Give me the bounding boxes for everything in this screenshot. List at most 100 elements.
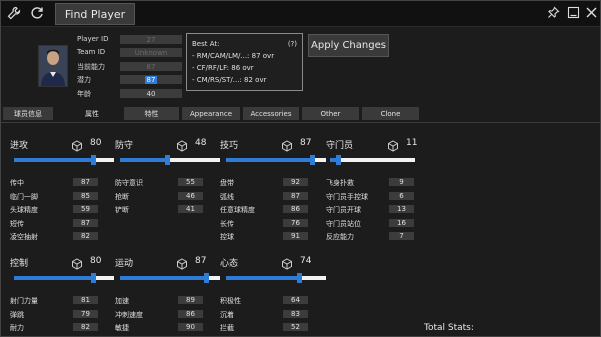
stat-value-field[interactable]: 87 (283, 191, 308, 200)
stat-label: 临门一脚 (10, 192, 38, 201)
stat-value-field[interactable]: 16 (389, 218, 414, 227)
stat-value-field[interactable]: 41 (178, 205, 203, 213)
tab-attributes[interactable]: 属性 (67, 107, 117, 120)
group-title-goalkeeper: 守门员 (326, 141, 354, 151)
tab-other[interactable]: Other (302, 107, 359, 120)
potential-label: 潜力 (77, 76, 91, 84)
tab-player-info[interactable]: 球员信息 (3, 107, 53, 120)
stat-value-field[interactable]: 76 (283, 218, 308, 227)
slider-fill (14, 158, 94, 162)
tab-traits[interactable]: 特性 (124, 107, 179, 120)
pin-icon[interactable] (546, 5, 560, 19)
player-avatar (38, 45, 68, 87)
slider-track (330, 158, 415, 162)
stat-label: 凌空抽射 (10, 233, 38, 241)
potential-value: 87 (144, 75, 158, 84)
stat-value-field[interactable]: 87 (73, 218, 98, 227)
stat-value-field[interactable]: 92 (283, 178, 308, 186)
best-at-title: Best At: (192, 40, 220, 48)
stat-label: 拦截 (220, 324, 234, 332)
stat-label: 头球精度 (10, 206, 38, 214)
stat-label: 守门员站位 (326, 219, 361, 228)
find-player-button[interactable]: Find Player (55, 3, 135, 25)
stat-value-field[interactable]: 85 (73, 191, 98, 200)
stat-value-field[interactable]: 59 (73, 205, 98, 213)
slider-thumb[interactable] (310, 155, 315, 165)
stat-label: 铲断 (115, 206, 129, 214)
slider-movement[interactable] (120, 273, 220, 283)
stat-value-field[interactable]: 82 (73, 323, 98, 331)
apply-changes-button[interactable]: Apply Changes (308, 34, 389, 57)
tab-clone[interactable]: Clone (362, 107, 419, 120)
stat-label: 守门员开球 (326, 206, 361, 214)
best-at-line: - RM/CAM/LM/...: 87 ovr (192, 52, 275, 60)
cube-icon[interactable] (176, 137, 188, 152)
best-at-line: - CM/RS/ST/...: 82 ovr (192, 76, 267, 84)
tab-divider (0, 122, 601, 123)
cube-icon[interactable] (281, 137, 293, 152)
cube-icon[interactable] (71, 255, 83, 270)
slider-fill (120, 158, 168, 162)
close-icon[interactable] (584, 5, 598, 19)
stat-value-field[interactable]: 86 (283, 205, 308, 213)
stat-value-field[interactable]: 6 (389, 191, 414, 200)
slider-goalkeeper[interactable] (330, 155, 415, 165)
stat-value-field[interactable]: 86 (178, 309, 203, 318)
total-stats-label: Total Stats: (424, 323, 474, 333)
slider-thumb[interactable] (336, 155, 341, 165)
slider-thumb[interactable] (165, 155, 170, 165)
stat-value-field[interactable]: 91 (283, 232, 308, 240)
stat-value-field[interactable]: 81 (73, 296, 98, 304)
group-title-defense: 防守 (115, 141, 134, 151)
stat-label: 弧线 (220, 192, 234, 201)
slider-fill (226, 158, 313, 162)
cube-icon[interactable] (71, 137, 83, 152)
stat-value-field[interactable]: 9 (389, 178, 414, 186)
slider-attack[interactable] (14, 155, 114, 165)
slider-mentality[interactable] (226, 273, 326, 283)
stat-value-field[interactable]: 82 (73, 232, 98, 240)
slider-defense[interactable] (120, 155, 220, 165)
current-ability-label: 当前能力 (77, 63, 105, 71)
group-title-control: 控制 (10, 259, 29, 269)
age-label: 年龄 (77, 90, 91, 98)
slider-thumb[interactable] (91, 155, 96, 165)
current-ability-field: 87 (120, 62, 182, 71)
cube-icon[interactable] (387, 137, 399, 152)
age-field[interactable]: 40 (120, 89, 182, 98)
slider-thumb[interactable] (297, 273, 302, 283)
stat-value-field[interactable]: 7 (389, 232, 414, 240)
stat-value-field[interactable]: 87 (73, 178, 98, 186)
stat-label: 弹跳 (10, 310, 24, 319)
tab-appearance[interactable]: Appearance (182, 107, 240, 120)
refresh-icon[interactable] (29, 5, 45, 21)
player-id-field: 27 (120, 35, 182, 44)
group-total-goalkeeper: 11 (406, 138, 418, 148)
stat-value-field[interactable]: 13 (389, 205, 414, 213)
cube-icon[interactable] (176, 255, 188, 270)
stat-value-field[interactable]: 46 (178, 191, 203, 200)
stat-value-field[interactable]: 64 (283, 296, 308, 304)
cube-icon[interactable] (281, 255, 293, 270)
stat-value-field[interactable]: 90 (178, 323, 203, 331)
stat-label: 盘带 (220, 179, 234, 187)
slider-fill (226, 276, 300, 280)
stat-label: 任意球精度 (220, 206, 255, 214)
help-icon[interactable]: (?) (288, 38, 297, 50)
stat-value-field[interactable]: 83 (283, 309, 308, 318)
stat-value-field[interactable]: 89 (178, 296, 203, 304)
slider-thumb[interactable] (204, 273, 209, 283)
slider-thumb[interactable] (91, 273, 96, 283)
wrench-icon[interactable] (6, 5, 22, 21)
group-total-control: 80 (90, 256, 102, 266)
slider-control[interactable] (14, 273, 114, 283)
stat-value-field[interactable]: 79 (73, 309, 98, 318)
tab-accessories[interactable]: Accessories (243, 107, 299, 120)
stat-value-field[interactable]: 52 (283, 323, 308, 331)
minimize-icon[interactable] (566, 5, 580, 19)
group-total-defense: 48 (195, 138, 207, 148)
slider-skill[interactable] (226, 155, 326, 165)
stat-value-field[interactable]: 55 (178, 178, 203, 186)
potential-field[interactable]: 87 (120, 75, 182, 84)
stat-label: 加速 (115, 297, 129, 305)
